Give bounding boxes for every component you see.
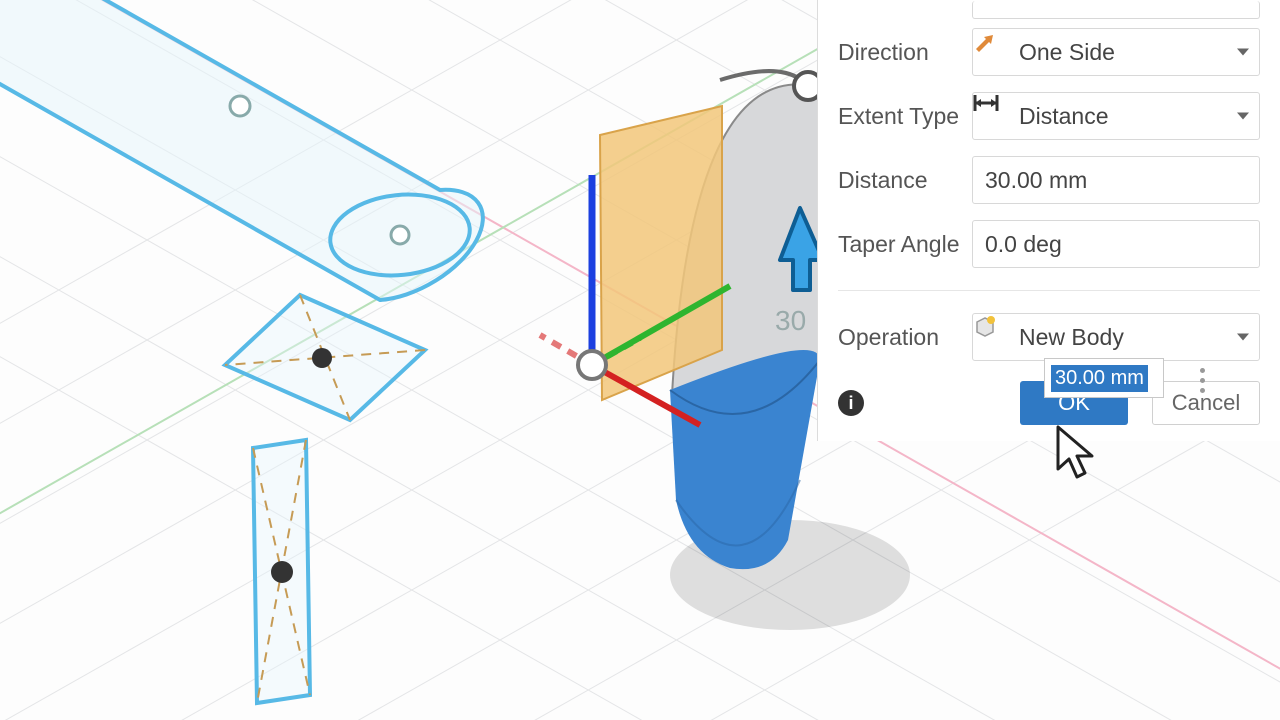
taper-angle-input[interactable]: 0.0 deg [972,220,1260,268]
kebab-menu-icon[interactable] [1192,360,1212,400]
chevron-down-icon [1237,334,1249,341]
label-direction: Direction [838,39,972,66]
profile-dropdown-clipped[interactable] [972,1,1260,19]
distance-input[interactable]: 30.00 mm [972,156,1260,204]
row-distance: Distance 30.00 mm [838,148,1260,212]
direction-dropdown[interactable]: One Side [972,28,1260,76]
sketch-slot [0,0,483,300]
extent-type-dropdown[interactable]: Distance [972,92,1260,140]
new-body-icon [983,324,1009,350]
info-icon[interactable]: i [838,390,864,416]
label-extent-type: Extent Type [838,103,972,130]
label-taper-angle: Taper Angle [838,231,972,258]
distance-icon [983,103,1009,129]
row-taper-angle: Taper Angle 0.0 deg [838,212,1260,276]
label-distance: Distance [838,167,972,194]
one-side-icon [983,39,1009,65]
chevron-down-icon [1237,113,1249,120]
mouse-cursor [1056,425,1096,483]
row-extent-type: Extent Type Distance [838,84,1260,148]
label-operation: Operation [838,324,972,351]
sketch-point [230,96,250,116]
operation-dropdown[interactable]: New Body [972,313,1260,361]
extrude-preview [600,106,722,400]
chevron-down-icon [1237,49,1249,56]
inline-dimension-input[interactable]: 30.00 mm [1044,358,1164,398]
row-direction: Direction One Side [838,20,1260,84]
sketch-rectangle [253,440,310,703]
manipulator-value-label: 30 [775,305,806,336]
